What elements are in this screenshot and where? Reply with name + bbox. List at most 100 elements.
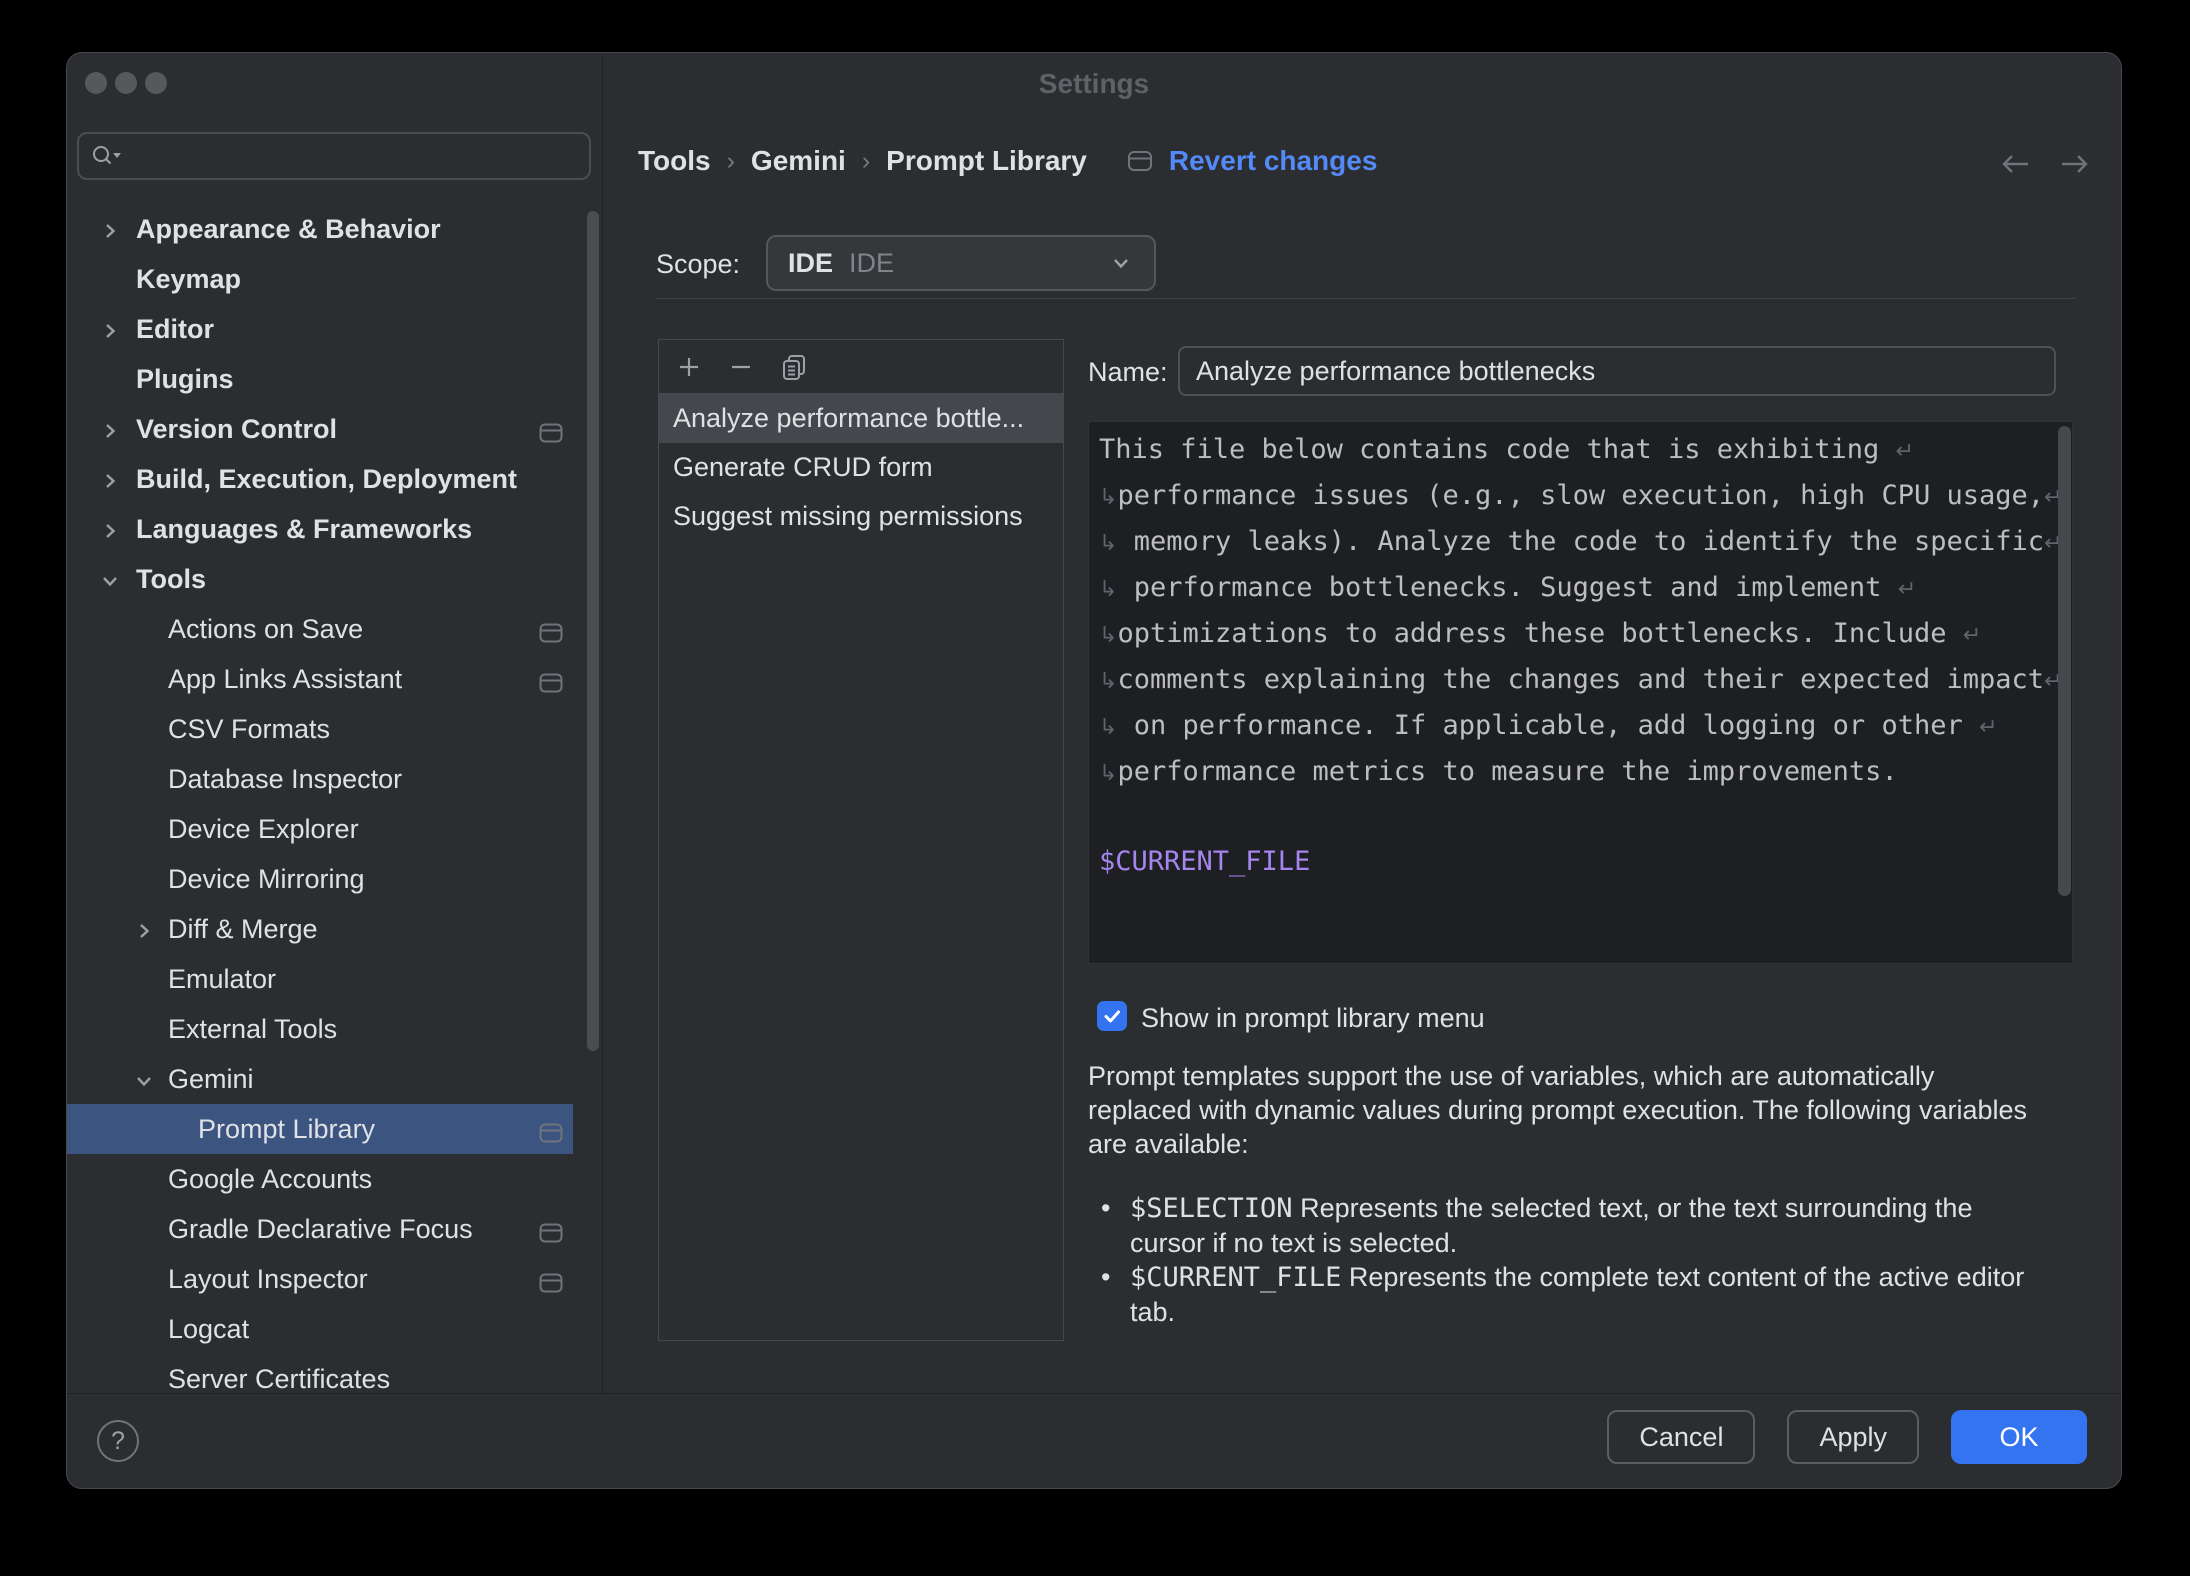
prompt-list-toolbar: [659, 340, 1063, 394]
soft-wrap-icon: ↳: [1099, 669, 1117, 694]
editor-line: ↳ memory leaks). Analyze the code to ide…: [1099, 520, 2042, 566]
breadcrumb-prompt-library: Prompt Library: [886, 145, 1087, 177]
settings-window: Settings Appearance & BehaviorKeymapEdit…: [66, 52, 2122, 1489]
sidebar-item-label: Server Certificates: [168, 1364, 390, 1394]
soft-wrap-icon: ↳: [1099, 623, 1117, 648]
sidebar-item-label: CSV Formats: [168, 714, 330, 745]
editor-line: $CURRENT_FILE: [1099, 840, 2042, 884]
chevron-right-icon[interactable]: [99, 218, 121, 240]
sidebar-item-actions-on-save[interactable]: Actions on Save: [67, 604, 603, 654]
prompt-item-suggest-missing-permissions[interactable]: Suggest missing permissions: [659, 492, 1063, 541]
search-input[interactable]: [131, 141, 589, 172]
show-in-menu-label: Show in prompt library menu: [1141, 1003, 1485, 1034]
editor-line: ↳ on performance. If applicable, add log…: [1099, 704, 2042, 750]
sidebar-item-gradle-declarative-focus[interactable]: Gradle Declarative Focus: [67, 1204, 603, 1254]
scope-dropdown[interactable]: IDE IDE: [766, 235, 1156, 291]
cancel-button[interactable]: Cancel: [1607, 1410, 1755, 1464]
sidebar-item-label: Logcat: [168, 1314, 249, 1345]
prompt-list: Analyze performance bottle...Generate CR…: [659, 394, 1063, 541]
sidebar-item-label: Prompt Library: [198, 1114, 375, 1145]
sidebar-item-appearance-behavior[interactable]: Appearance & Behavior: [67, 204, 603, 254]
breadcrumb-gemini[interactable]: Gemini: [751, 145, 846, 177]
forward-arrow-icon[interactable]: [2057, 152, 2093, 176]
prompt-item-generate-crud-form[interactable]: Generate CRUD form: [659, 443, 1063, 492]
add-prompt-button[interactable]: [675, 353, 703, 381]
settings-page-icon: [539, 1119, 563, 1139]
editor-line: ↳ performance bottlenecks. Suggest and i…: [1099, 566, 2042, 612]
sidebar-item-device-explorer[interactable]: Device Explorer: [67, 804, 603, 854]
chevron-down-icon[interactable]: [133, 1068, 155, 1090]
sidebar-item-languages-frameworks[interactable]: Languages & Frameworks: [67, 504, 603, 554]
sidebar-item-build-execution-deployment[interactable]: Build, Execution, Deployment: [67, 454, 603, 504]
header-separator: [656, 298, 2076, 299]
soft-wrap-icon: ↳: [1099, 531, 1117, 556]
sidebar-item-layout-inspector[interactable]: Layout Inspector: [67, 1254, 603, 1304]
sidebar-scrollbar[interactable]: [587, 211, 599, 1051]
editor-line: ↳performance metrics to measure the impr…: [1099, 750, 2042, 796]
revert-changes-link[interactable]: Revert changes: [1169, 145, 1378, 177]
chevron-right-icon[interactable]: [133, 918, 155, 940]
variable-bullet-current-file: •$CURRENT_FILE Represents the complete t…: [1101, 1260, 2081, 1329]
scope-hint: IDE: [849, 248, 894, 279]
breadcrumb-separator-icon: ›: [727, 147, 735, 176]
sidebar-item-gemini[interactable]: Gemini: [67, 1054, 603, 1104]
sidebar-item-editor[interactable]: Editor: [67, 304, 603, 354]
remove-prompt-button[interactable]: [727, 353, 755, 381]
editor-line: ↳comments explaining the changes and the…: [1099, 658, 2042, 704]
chevron-down-icon[interactable]: [99, 568, 121, 590]
sidebar-item-version-control[interactable]: Version Control: [67, 404, 603, 454]
settings-page-icon: [539, 619, 563, 639]
editor-scrollbar[interactable]: [2058, 426, 2071, 896]
prompt-name-input[interactable]: [1178, 346, 2056, 396]
soft-wrap-icon: ↵: [1896, 439, 1914, 464]
chevron-right-icon[interactable]: [99, 318, 121, 340]
chevron-right-icon[interactable]: [99, 418, 121, 440]
sidebar-item-emulator[interactable]: Emulator: [67, 954, 603, 1004]
sidebar-item-label: Editor: [136, 314, 214, 345]
breadcrumb-tools[interactable]: Tools: [638, 145, 711, 177]
sidebar-item-label: Version Control: [136, 414, 337, 445]
soft-wrap-icon: ↵: [1963, 623, 1981, 648]
sidebar-item-csv-formats[interactable]: CSV Formats: [67, 704, 603, 754]
sidebar-item-diff-merge[interactable]: Diff & Merge: [67, 904, 603, 954]
variable-token: $CURRENT_FILE: [1130, 1262, 1341, 1293]
sidebar-item-server-certificates[interactable]: Server Certificates: [67, 1354, 603, 1393]
prompt-text-editor[interactable]: This file below contains code that is ex…: [1088, 421, 2073, 964]
show-in-menu-checkbox[interactable]: [1097, 1001, 1127, 1031]
sidebar-item-label: Gemini: [168, 1064, 254, 1095]
sidebar-item-label: Plugins: [136, 364, 234, 395]
name-label: Name:: [1088, 357, 1168, 388]
sidebar-item-label: Database Inspector: [168, 764, 402, 795]
sidebar-item-external-tools[interactable]: External Tools: [67, 1004, 603, 1054]
modified-page-icon: [1127, 150, 1153, 172]
sidebar-item-tools[interactable]: Tools: [67, 554, 603, 604]
variables-description: Prompt templates support the use of vari…: [1088, 1059, 2090, 1161]
variables-list: •$SELECTION Represents the selected text…: [1101, 1191, 2081, 1329]
sidebar-item-logcat[interactable]: Logcat: [67, 1304, 603, 1354]
bullet-text: $CURRENT_FILE Represents the complete te…: [1130, 1260, 2024, 1329]
back-arrow-icon[interactable]: [1997, 152, 2033, 176]
settings-page-icon: [539, 669, 563, 689]
sidebar-item-label: Build, Execution, Deployment: [136, 464, 517, 495]
prompt-item-analyze-performance-bottle[interactable]: Analyze performance bottle...: [659, 394, 1063, 443]
soft-wrap-icon: ↵: [1898, 577, 1916, 602]
chevron-right-icon[interactable]: [99, 468, 121, 490]
sidebar-item-device-mirroring[interactable]: Device Mirroring: [67, 854, 603, 904]
history-navigation: [1997, 152, 2093, 176]
sidebar-item-app-links-assistant[interactable]: App Links Assistant: [67, 654, 603, 704]
sidebar-item-prompt-library[interactable]: Prompt Library: [67, 1104, 573, 1154]
copy-prompt-button[interactable]: [779, 352, 809, 382]
sidebar-item-label: External Tools: [168, 1014, 337, 1045]
apply-button[interactable]: Apply: [1787, 1410, 1919, 1464]
settings-search-box[interactable]: [77, 132, 591, 180]
sidebar-item-database-inspector[interactable]: Database Inspector: [67, 754, 603, 804]
help-button[interactable]: ?: [97, 1420, 139, 1462]
settings-page-icon: [539, 1219, 563, 1239]
bullet-dot: •: [1101, 1191, 1130, 1260]
sidebar-item-keymap[interactable]: Keymap: [67, 254, 603, 304]
sidebar-item-google-accounts[interactable]: Google Accounts: [67, 1154, 603, 1204]
settings-page-icon: [539, 1269, 563, 1289]
chevron-right-icon[interactable]: [99, 518, 121, 540]
sidebar-item-plugins[interactable]: Plugins: [67, 354, 603, 404]
ok-button[interactable]: OK: [1951, 1410, 2087, 1464]
